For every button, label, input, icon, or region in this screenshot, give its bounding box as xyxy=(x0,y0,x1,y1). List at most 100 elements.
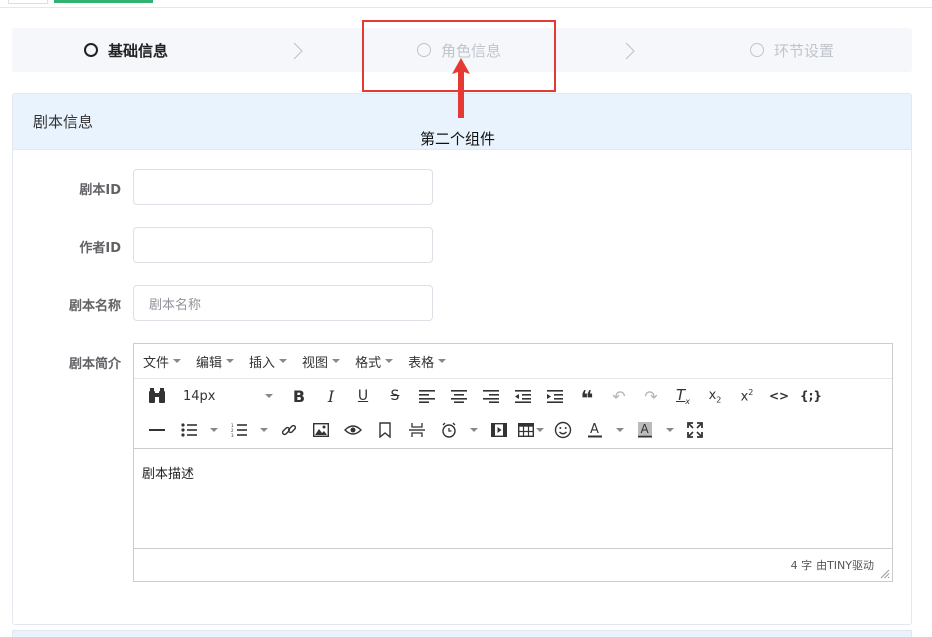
annotation-arrow-icon xyxy=(452,58,470,118)
numbered-list-icon[interactable]: 123 xyxy=(223,416,255,444)
image-icon[interactable] xyxy=(305,416,337,444)
datetime-caret[interactable] xyxy=(465,416,483,444)
chevron-right-icon xyxy=(293,42,303,60)
bullet-list-caret[interactable] xyxy=(205,416,223,444)
top-tab-bar xyxy=(0,0,932,8)
step-circle-icon xyxy=(750,43,764,57)
menu-label: 视图 xyxy=(302,355,329,371)
font-size-value: 14px xyxy=(183,388,216,404)
caret-down-icon xyxy=(279,359,288,363)
editor-content-text: 剧本描述 xyxy=(142,467,195,482)
align-center-icon[interactable] xyxy=(443,382,475,410)
caret-down-icon xyxy=(616,428,624,432)
editor-menubar: 文件 编辑 插入 视图 格式 表格 xyxy=(134,344,892,379)
menu-edit[interactable]: 编辑 xyxy=(196,352,235,371)
indent-icon[interactable] xyxy=(539,382,571,410)
media-icon[interactable] xyxy=(483,416,515,444)
outdent-icon[interactable] xyxy=(507,382,539,410)
tab-stub[interactable] xyxy=(8,0,48,4)
script-name-input[interactable]: 剧本名称 xyxy=(133,285,433,321)
editor-content-area[interactable]: 剧本描述 xyxy=(134,448,892,548)
caret-down-icon xyxy=(666,428,674,432)
resize-handle-icon[interactable] xyxy=(880,569,890,579)
menu-label: 插入 xyxy=(249,355,276,371)
menu-format[interactable]: 格式 xyxy=(355,352,394,371)
rich-text-editor: 文件 编辑 插入 视图 格式 表格 14px B I U S ❝ ↶ ↷ Tx … xyxy=(133,343,893,582)
link-icon[interactable] xyxy=(273,416,305,444)
menu-insert[interactable]: 插入 xyxy=(249,352,288,371)
card-title: 剧本信息 xyxy=(33,113,94,131)
caret-down-icon xyxy=(332,359,341,363)
bookmark-icon[interactable] xyxy=(369,416,401,444)
caret-down-icon xyxy=(210,428,218,432)
next-card-header xyxy=(12,630,912,637)
bold-icon[interactable]: B xyxy=(283,382,315,410)
author-id-label: 作者ID xyxy=(79,241,121,256)
menu-view[interactable]: 视图 xyxy=(302,352,341,371)
svg-text:3: 3 xyxy=(231,433,234,437)
redo-icon[interactable]: ↷ xyxy=(635,382,667,410)
background-color-icon[interactable]: A xyxy=(629,416,661,444)
code-icon[interactable]: <> xyxy=(763,382,795,410)
superscript-icon[interactable]: x2 xyxy=(731,382,763,410)
clock-icon[interactable] xyxy=(433,416,465,444)
fullscreen-icon[interactable] xyxy=(679,416,711,444)
code-sample-icon[interactable]: {;} xyxy=(795,382,827,410)
caret-down-icon xyxy=(470,428,478,432)
author-id-input[interactable] xyxy=(133,227,433,263)
step-label: 基础信息 xyxy=(108,41,169,60)
step-circle-icon xyxy=(84,43,98,57)
step-basic-info[interactable]: 基础信息 xyxy=(84,28,168,72)
menu-label: 文件 xyxy=(143,355,170,371)
caret-down-icon xyxy=(536,428,544,432)
chevron-right-icon xyxy=(625,42,635,60)
underline-icon[interactable]: U xyxy=(347,382,379,410)
menu-table[interactable]: 表格 xyxy=(408,352,447,371)
svg-text:A: A xyxy=(641,422,650,436)
emoticon-icon[interactable] xyxy=(547,416,579,444)
subscript-icon[interactable]: x2 xyxy=(699,382,731,410)
step-stage-settings[interactable]: 环节设置 xyxy=(750,28,834,72)
align-right-icon[interactable] xyxy=(475,382,507,410)
script-id-input[interactable] xyxy=(133,169,433,205)
caret-down-icon xyxy=(226,359,235,363)
menu-file[interactable]: 文件 xyxy=(143,352,182,371)
numbered-list-caret[interactable] xyxy=(255,416,273,444)
editor-toolbar-row-1: 14px B I U S ❝ ↶ ↷ Tx x2 x2 <> {;} xyxy=(134,379,892,413)
background-color-caret[interactable] xyxy=(661,416,679,444)
menu-label: 格式 xyxy=(355,355,382,371)
step-label: 环节设置 xyxy=(774,41,835,60)
strikethrough-icon[interactable]: S xyxy=(379,382,411,410)
active-tab-indicator xyxy=(54,0,153,3)
editor-toolbar-row-2: 123 A A xyxy=(134,413,892,447)
caret-down-icon xyxy=(385,359,394,363)
blockquote-icon[interactable]: ❝ xyxy=(571,382,603,411)
menu-label: 表格 xyxy=(408,355,435,371)
text-color-icon[interactable]: A xyxy=(579,416,611,444)
page-break-icon[interactable] xyxy=(401,416,433,444)
italic-icon[interactable]: I xyxy=(315,382,347,410)
word-count: 4 字 xyxy=(790,559,813,572)
caret-down-icon xyxy=(260,428,268,432)
caret-down-icon xyxy=(173,359,182,363)
caret-down-icon xyxy=(265,394,273,398)
editor-statusbar: 4 字 由TINY驱动 xyxy=(134,548,892,581)
script-id-label: 剧本ID xyxy=(79,183,121,198)
table-icon[interactable] xyxy=(515,416,547,444)
clear-format-icon[interactable]: Tx xyxy=(667,382,699,410)
text-color-caret[interactable] xyxy=(611,416,629,444)
powered-by-link[interactable]: 由TINY驱动 xyxy=(816,557,874,573)
menu-label: 编辑 xyxy=(196,355,223,371)
script-name-label: 剧本名称 xyxy=(68,299,121,314)
binoculars-icon[interactable] xyxy=(141,382,173,410)
caret-down-icon xyxy=(438,359,447,363)
undo-icon[interactable]: ↶ xyxy=(603,382,635,410)
horizontal-rule-icon[interactable] xyxy=(141,416,173,444)
preview-icon[interactable] xyxy=(337,416,369,444)
align-left-icon[interactable] xyxy=(411,382,443,410)
bullet-list-icon[interactable] xyxy=(173,416,205,444)
svg-text:A: A xyxy=(590,422,599,437)
annotation-label: 第二个组件 xyxy=(420,130,496,148)
font-size-select[interactable]: 14px xyxy=(173,382,283,410)
script-intro-label: 剧本简介 xyxy=(68,357,121,372)
